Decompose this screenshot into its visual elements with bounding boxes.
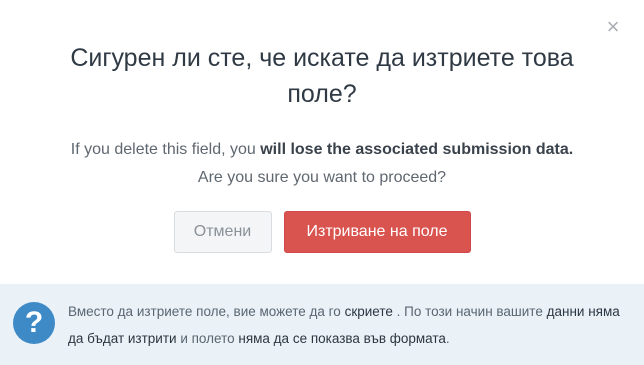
info-panel: ? Вместо да изтриете поле, вие можете да… — [0, 284, 644, 365]
dialog-buttons: Отмени Изтриване на поле — [0, 211, 644, 253]
dialog-title: Сигурен ли сте, че искате да изтриете то… — [70, 44, 574, 108]
message-text-start: If you delete this field, you — [70, 141, 261, 158]
info-not-shown: няма да се показва във формата — [238, 331, 446, 346]
close-icon[interactable]: × — [604, 16, 622, 38]
hide-field-link[interactable]: скриете — [345, 304, 393, 319]
info-text-2: . По този начин вашите — [392, 304, 547, 319]
info-text: Вместо да изтриете поле, вие можете да г… — [68, 298, 628, 352]
delete-field-button[interactable]: Изтриване на поле — [283, 211, 471, 253]
info-text-3: и полето — [176, 331, 239, 346]
info-text-1: Вместо да изтриете поле, вие можете да г… — [68, 304, 345, 319]
info-text-4: . — [445, 331, 450, 346]
message-text-end: Are you sure you want to proceed? — [197, 169, 447, 186]
delete-field-dialog: × Сигурен ли сте, че искате да изтриете … — [0, 0, 644, 365]
cancel-button[interactable]: Отмени — [173, 211, 272, 253]
dialog-message: If you delete this field, you will lose … — [60, 136, 584, 192]
question-icon: ? — [13, 302, 55, 344]
message-warning-bold: will lose the associated submission data… — [260, 141, 574, 158]
